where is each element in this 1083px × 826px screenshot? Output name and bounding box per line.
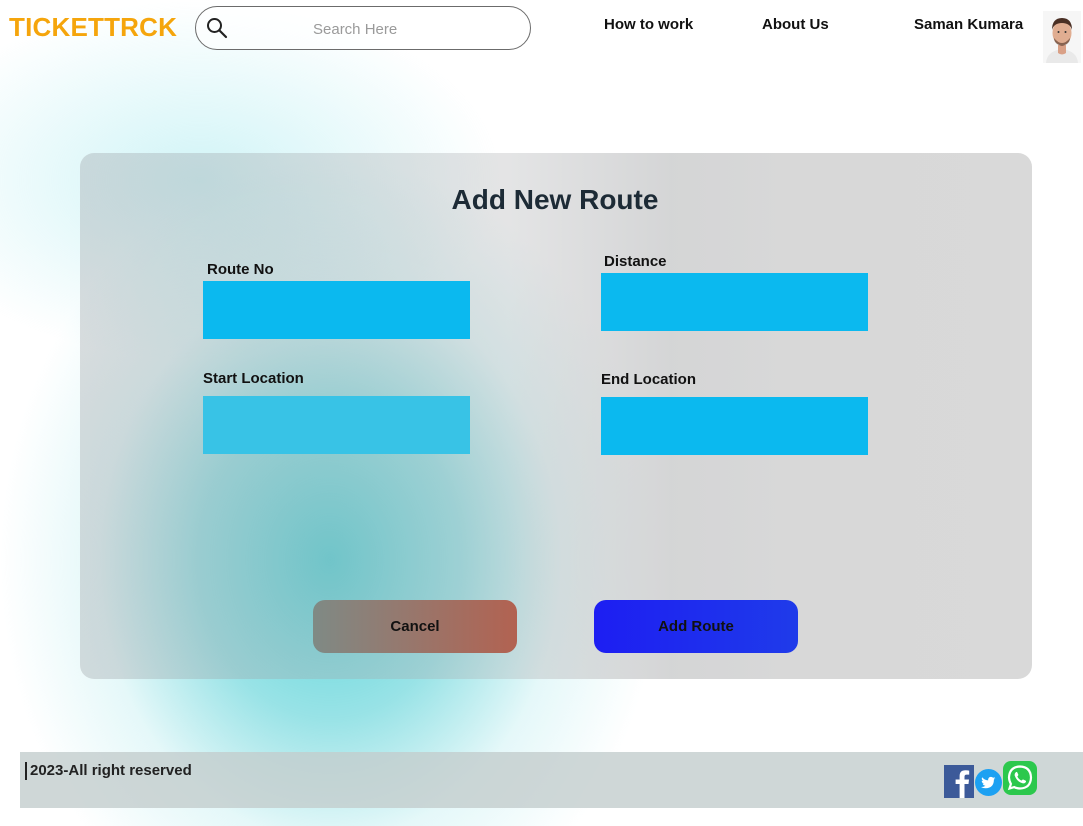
copyright-text: 2023-All right reserved — [25, 762, 192, 780]
search-input[interactable] — [311, 17, 515, 41]
search-icon[interactable] — [205, 16, 229, 40]
page-title: Add New Route — [451, 184, 659, 215]
facebook-icon[interactable] — [944, 765, 974, 798]
distance-input[interactable] — [601, 273, 868, 331]
route-no-label: Route No — [207, 261, 274, 278]
twitter-icon[interactable] — [975, 769, 1002, 796]
end-location-label: End Location — [601, 371, 696, 388]
start-location-input[interactable] — [203, 396, 470, 454]
route-no-input[interactable] — [203, 281, 470, 339]
cancel-button[interactable]: Cancel — [313, 600, 517, 653]
footer: 2023-All right reserved — [20, 752, 1083, 808]
nav-how-to-work[interactable]: How to work — [604, 16, 693, 34]
distance-label: Distance — [604, 253, 667, 270]
add-route-button[interactable]: Add Route — [594, 600, 798, 653]
user-avatar[interactable] — [1043, 11, 1081, 63]
nav-about-us[interactable]: About Us — [762, 16, 829, 34]
brand-logo[interactable]: TICKETTRCK — [9, 11, 177, 43]
user-name[interactable]: Saman Kumara — [914, 16, 1023, 34]
start-location-label: Start Location — [203, 370, 304, 387]
search-bar[interactable] — [195, 6, 531, 50]
whatsapp-icon[interactable] — [1003, 761, 1037, 795]
end-location-input[interactable] — [601, 397, 868, 455]
